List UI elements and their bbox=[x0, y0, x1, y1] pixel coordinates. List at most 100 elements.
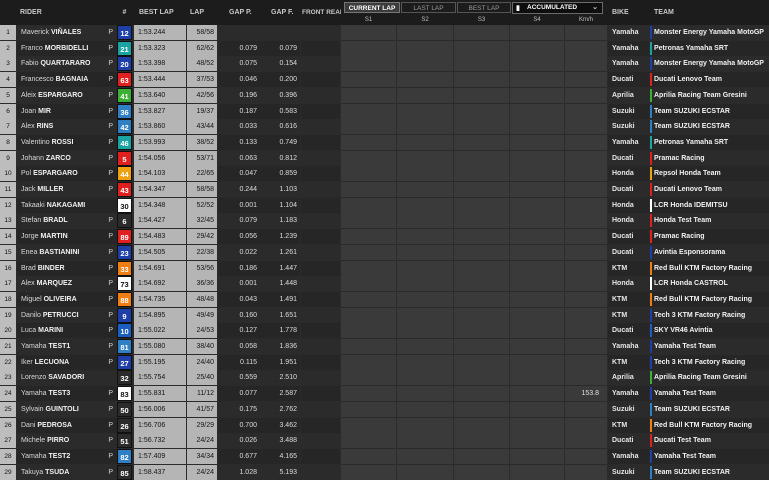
team-color-bar bbox=[650, 324, 652, 338]
gap-previous-cell: 0.075 bbox=[218, 56, 260, 72]
bike-cell: Ducati bbox=[608, 323, 649, 339]
sector-4-cell bbox=[510, 25, 564, 40]
rider-name-cell[interactable]: Miguel OLIVEIRA P bbox=[17, 291, 117, 307]
header-rider[interactable]: RIDER bbox=[20, 0, 115, 25]
header-gap-f[interactable]: GAP F. bbox=[271, 0, 301, 25]
table-row[interactable]: 5 Aleix ESPARGARO P 41 1:53.640 42/56 0.196 0.3… bbox=[0, 87, 769, 103]
header-number[interactable]: # bbox=[117, 0, 132, 25]
rider-name-cell[interactable]: Danilo PETRUCCI P bbox=[17, 307, 117, 323]
table-row[interactable]: 4 Francesco BAGNAIA P 63 1:53.444 37/53 0.046 0… bbox=[0, 72, 769, 88]
table-row[interactable]: 13 Stefan BRADL P 6 1:54.427 32/45 0.079 1.183 H… bbox=[0, 213, 769, 229]
table-row[interactable]: 22 Iker LECUONA P 27 1:55.195 24/40 0.115 1.951… bbox=[0, 354, 769, 370]
last-lap-button[interactable]: LAST LAP bbox=[401, 2, 456, 13]
sector-3-cell bbox=[454, 25, 509, 40]
table-row[interactable]: 20 Luca MARINI P 10 1:55.022 24/53 0.127 1.778 D… bbox=[0, 323, 769, 339]
gap-previous-cell: 0.133 bbox=[218, 134, 260, 150]
rider-name-cell[interactable]: Yamaha TEST2 P bbox=[17, 448, 117, 464]
table-row[interactable]: 21 Yamaha TEST1 P 81 1:55.080 38/40 0.058 1.836… bbox=[0, 339, 769, 354]
rider-name-cell[interactable]: Iker LECUONA P bbox=[17, 354, 117, 370]
table-row[interactable]: 26 Dani PEDROSA P 26 1:56.706 29/29 0.700 3.462… bbox=[0, 417, 769, 433]
table-row[interactable]: 3 Fabio QUARTARARO P 20 1:53.398 48/52 0.075 0.… bbox=[0, 56, 769, 72]
rider-name-cell[interactable]: Pol ESPARGARO P bbox=[17, 166, 117, 182]
rider-name-cell[interactable]: Brad BINDER P bbox=[17, 260, 117, 276]
sector-3-cell bbox=[454, 134, 509, 150]
header-bike[interactable]: BIKE bbox=[612, 0, 648, 25]
rider-name-cell[interactable]: Takaaki NAKAGAMI bbox=[17, 197, 117, 213]
rider-name-cell[interactable]: Alex MARQUEZ P bbox=[17, 276, 117, 292]
table-row[interactable]: 27 Michele PIRRO P 51 1:56.732 24/24 0.026 3.48… bbox=[0, 433, 769, 449]
table-row[interactable]: 7 Alex RINS P 42 1:53.860 43/44 0.033 0.616 Suzu… bbox=[0, 119, 769, 135]
team-name: Avintia Esponsorama bbox=[654, 248, 726, 256]
gap-previous-value: 0.046 bbox=[239, 76, 257, 84]
best-lap-cell: 1:54.347 bbox=[134, 182, 186, 197]
sector-4-cell bbox=[510, 276, 564, 292]
rider-name-cell[interactable]: Enea BASTIANINI P bbox=[17, 244, 117, 260]
team-cell: Honda Test Team bbox=[650, 213, 769, 229]
rider-name-cell[interactable]: Fabio QUARTARARO P bbox=[17, 56, 117, 72]
rider-name-cell[interactable]: Michele PIRRO P bbox=[17, 433, 117, 449]
rider-name-cell[interactable]: Francesco BAGNAIA P bbox=[17, 72, 117, 88]
best-lap-cell: 1:54.505 bbox=[134, 244, 186, 260]
sector-4-cell bbox=[510, 401, 564, 417]
bike-cell: Yamaha bbox=[608, 448, 649, 464]
rider-name-cell[interactable]: Sylvain GUINTOLI P bbox=[17, 401, 117, 417]
rider-name-cell[interactable]: Lorenzo SAVADORI bbox=[17, 370, 117, 386]
rider-name-cell[interactable]: Aleix ESPARGARO P bbox=[17, 87, 117, 103]
rider-name-cell[interactable]: Luca MARINI P bbox=[17, 323, 117, 339]
header-lap[interactable]: LAP bbox=[190, 0, 217, 25]
table-row[interactable]: 16 Brad BINDER P 33 1:54.691 53/56 0.186 1.447 K… bbox=[0, 260, 769, 276]
rider-name-cell[interactable]: Yamaha TEST1 P bbox=[17, 339, 117, 354]
gap-first-cell: 1.447 bbox=[260, 260, 300, 276]
table-row[interactable]: 8 Valentino ROSSI P 46 1:53.993 38/52 0.133 0.7… bbox=[0, 134, 769, 150]
lap-count-cell: 38/52 bbox=[187, 134, 217, 150]
table-row[interactable]: 19 Danilo PETRUCCI P 9 1:54.895 49/49 0.160 1.6… bbox=[0, 307, 769, 323]
rider-name-cell[interactable]: Dani PEDROSA P bbox=[17, 417, 117, 433]
header-front-rear[interactable]: FRONT REAR bbox=[302, 0, 341, 25]
table-row[interactable]: 23 Lorenzo SAVADORI 32 1:55.754 25/40 0.559 2.… bbox=[0, 370, 769, 386]
speed-cell bbox=[565, 40, 607, 56]
table-row[interactable]: 6 Joan MIR P 36 1:53.827 19/37 0.187 0.583 Suzuk… bbox=[0, 103, 769, 119]
rider-last-name: TEST3 bbox=[48, 390, 71, 398]
rider-name-cell[interactable]: Alex RINS P bbox=[17, 119, 117, 135]
table-row[interactable]: 25 Sylvain GUINTOLI P 50 1:56.006 41/57 0.175 2… bbox=[0, 401, 769, 417]
team-cell: Monster Energy Yamaha MotoGP bbox=[650, 56, 769, 72]
accumulated-dropdown[interactable]: ▮ ACCUMULATED ⌄ bbox=[512, 2, 603, 14]
header-best-lap[interactable]: BEST LAP bbox=[139, 0, 186, 25]
chevron-down-icon: ⌄ bbox=[592, 4, 598, 11]
sector-1-cell bbox=[341, 417, 396, 433]
rider-name-cell[interactable]: Yamaha TEST3 P bbox=[17, 386, 117, 402]
rider-name-cell[interactable]: Joan MIR P bbox=[17, 103, 117, 119]
rider-name-cell[interactable]: Valentino ROSSI P bbox=[17, 134, 117, 150]
table-row[interactable]: 28 Yamaha TEST2 P 82 1:57.409 34/34 0.677 4.165… bbox=[0, 448, 769, 464]
table-row[interactable]: 17 Alex MARQUEZ P 73 1:54.692 36/36 0.001 1.448… bbox=[0, 276, 769, 292]
table-row[interactable]: 2 Franco MORBIDELLI P 21 1:53.323 62/62 0.079 0… bbox=[0, 40, 769, 56]
table-row[interactable]: 24 Yamaha TEST3 P 83 1:55.831 11/12 0.077 2.587… bbox=[0, 386, 769, 402]
table-row[interactable]: 14 Jorge MARTIN P 89 1:54.483 29/42 0.056 1.239… bbox=[0, 229, 769, 245]
table-row[interactable]: 9 Johann ZARCO P 5 1:54.056 53/71 0.063 0.812 Du… bbox=[0, 150, 769, 166]
rider-name-cell[interactable]: Jorge MARTIN P bbox=[17, 229, 117, 245]
best-lap-cell: 1:54.692 bbox=[134, 276, 186, 292]
team-cell: SKY VR46 Avintia bbox=[650, 323, 769, 339]
team-name: Team SUZUKI ECSTAR bbox=[654, 107, 730, 115]
table-row[interactable]: 29 Takuya TSUDA P 85 1:58.437 24/24 1.028 5.193… bbox=[0, 464, 769, 480]
team-cell: Team SUZUKI ECSTAR bbox=[650, 103, 769, 119]
pit-indicator: P bbox=[108, 343, 113, 350]
table-row[interactable]: 11 Jack MILLER P 43 1:54.347 58/58 0.244 1.103 D… bbox=[0, 182, 769, 197]
current-lap-button[interactable]: CURRENT LAP bbox=[344, 2, 400, 13]
header-gap-p[interactable]: GAP P. bbox=[229, 0, 259, 25]
table-row[interactable]: 18 Miguel OLIVEIRA P 88 1:54.735 48/48 0.043 1.… bbox=[0, 291, 769, 307]
rider-name-cell[interactable]: Jack MILLER P bbox=[17, 182, 117, 197]
header-team[interactable]: TEAM bbox=[654, 0, 764, 25]
best-lap-cell: 1:54.735 bbox=[134, 291, 186, 307]
rider-name-cell[interactable]: Maverick VIÑALES P bbox=[17, 25, 117, 40]
rider-name-cell[interactable]: Takuya TSUDA P bbox=[17, 464, 117, 480]
gap-first-cell: 0.749 bbox=[260, 134, 300, 150]
best-lap-button[interactable]: BEST LAP bbox=[457, 2, 511, 13]
table-row[interactable]: 10 Pol ESPARGARO P 44 1:54.103 22/65 0.047 0.85… bbox=[0, 166, 769, 182]
table-row[interactable]: 15 Enea BASTIANINI P 23 1:54.505 22/38 0.022 1.… bbox=[0, 244, 769, 260]
table-row[interactable]: 12 Takaaki NAKAGAMI 30 1:54.348 52/52 0.001 1.… bbox=[0, 197, 769, 213]
rider-name-cell[interactable]: Johann ZARCO P bbox=[17, 150, 117, 166]
rider-name-cell[interactable]: Franco MORBIDELLI P bbox=[17, 40, 117, 56]
table-row[interactable]: 1 Maverick VIÑALES P 12 1:53.244 58/58 Yamaha M… bbox=[0, 25, 769, 40]
rider-name-cell[interactable]: Stefan BRADL P bbox=[17, 213, 117, 229]
